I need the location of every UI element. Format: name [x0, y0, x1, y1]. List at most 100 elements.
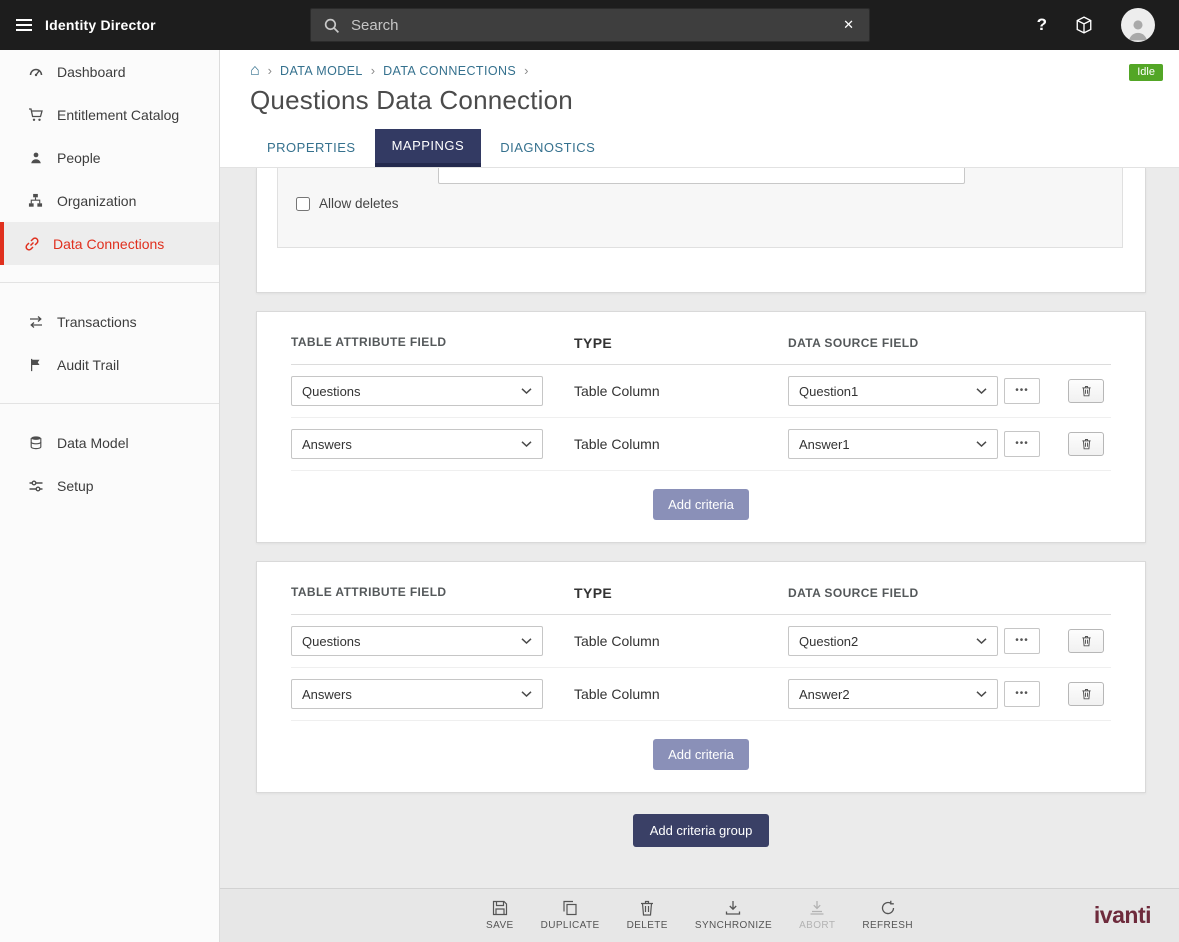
selected-value: Question2 — [799, 634, 858, 649]
action-label: DELETE — [627, 920, 668, 931]
app-title: Identity Director — [45, 17, 156, 33]
sidebar-item-label: Audit Trail — [57, 357, 119, 373]
chevron-down-icon — [521, 441, 532, 447]
sidebar-item-data-model[interactable]: Data Model — [0, 421, 219, 464]
save-button[interactable]: SAVE — [486, 900, 514, 931]
selected-value: Questions — [302, 384, 361, 399]
delete-button[interactable]: DELETE — [627, 900, 668, 931]
sidebar-item-audit-trail[interactable]: Audit Trail — [0, 343, 219, 386]
column-header-source: DATA SOURCE FIELD — [788, 585, 1111, 601]
status-badge: Idle — [1129, 64, 1163, 81]
more-options-button[interactable]: ••• — [1004, 681, 1040, 707]
delete-row-button[interactable] — [1068, 432, 1104, 456]
allow-deletes-label: Allow deletes — [319, 196, 399, 211]
body: Dashboard Entitlement Catalog People Org… — [0, 50, 1179, 942]
delete-row-button[interactable] — [1068, 682, 1104, 706]
search-bar: ✕ — [310, 8, 870, 42]
trash-icon — [1081, 635, 1092, 647]
table-header-row: TABLE ATTRIBUTE FIELD TYPE DATA SOURCE F… — [291, 312, 1111, 365]
settings-text-field[interactable] — [438, 168, 965, 184]
tab-mappings[interactable]: MAPPINGS — [375, 129, 482, 167]
sidebar-item-data-connections[interactable]: Data Connections — [0, 222, 219, 265]
sidebar-item-dashboard[interactable]: Dashboard — [0, 50, 219, 93]
sidebar-divider — [0, 403, 219, 404]
sidebar-item-organization[interactable]: Organization — [0, 179, 219, 222]
selected-value: Answers — [302, 687, 352, 702]
main-area: ⌂ › DATA MODEL › DATA CONNECTIONS › Idle… — [220, 50, 1179, 942]
menu-icon[interactable] — [16, 19, 32, 31]
tab-properties[interactable]: PROPERTIES — [250, 129, 373, 167]
ellipsis-icon: ••• — [1015, 636, 1029, 646]
ellipsis-icon: ••• — [1015, 386, 1029, 396]
allow-deletes-field: Allow deletes — [296, 196, 399, 211]
sidebar-item-label: Transactions — [57, 314, 137, 330]
type-cell: Table Column — [574, 436, 788, 452]
link-icon — [23, 236, 40, 252]
data-source-select[interactable]: Answer1 — [788, 429, 998, 459]
ellipsis-icon: ••• — [1015, 439, 1029, 449]
sitemap-icon — [27, 193, 44, 208]
product-switcher-icon[interactable] — [1075, 16, 1093, 34]
sidebar-item-transactions[interactable]: Transactions — [0, 300, 219, 343]
mapping-row: Questions Table Column Question2 ••• — [291, 615, 1111, 668]
selected-value: Answer1 — [799, 437, 850, 452]
trash-icon — [1081, 385, 1092, 397]
action-label: REFRESH — [862, 920, 913, 931]
topbar-left: Identity Director — [0, 17, 310, 33]
data-source-select[interactable]: Question1 — [788, 376, 998, 406]
breadcrumb-data-connections[interactable]: DATA CONNECTIONS — [383, 64, 516, 78]
allow-deletes-checkbox[interactable] — [296, 197, 310, 211]
transactions-icon — [27, 314, 44, 330]
data-source-select[interactable]: Question2 — [788, 626, 998, 656]
refresh-button[interactable]: REFRESH — [862, 900, 913, 931]
column-header-source: DATA SOURCE FIELD — [788, 335, 1111, 351]
more-options-button[interactable]: ••• — [1004, 378, 1040, 404]
table-attribute-select[interactable]: Answers — [291, 679, 543, 709]
sidebar-item-entitlement-catalog[interactable]: Entitlement Catalog — [0, 93, 219, 136]
add-criteria-button[interactable]: Add criteria — [653, 489, 749, 520]
sidebar-item-people[interactable]: People — [0, 136, 219, 179]
more-options-button[interactable]: ••• — [1004, 431, 1040, 457]
selected-value: Question1 — [799, 384, 858, 399]
data-source-select[interactable]: Answer2 — [788, 679, 998, 709]
topbar-right: ? — [870, 8, 1179, 42]
clear-search-icon[interactable]: ✕ — [828, 17, 869, 33]
sidebar-item-label: Setup — [57, 478, 94, 494]
action-label: DUPLICATE — [541, 920, 600, 931]
delete-row-button[interactable] — [1068, 629, 1104, 653]
database-icon — [27, 435, 44, 450]
help-icon[interactable]: ? — [1037, 15, 1047, 35]
more-options-button[interactable]: ••• — [1004, 628, 1040, 654]
add-criteria-group-button[interactable]: Add criteria group — [633, 814, 770, 847]
avatar[interactable] — [1121, 8, 1155, 42]
settings-panel: Allow deletes — [277, 168, 1123, 248]
add-criteria-button[interactable]: Add criteria — [653, 739, 749, 770]
breadcrumb-data-model[interactable]: DATA MODEL — [280, 64, 363, 78]
synchronize-button[interactable]: SYNCHRONIZE — [695, 900, 772, 931]
search-input[interactable] — [351, 17, 828, 34]
flag-icon — [27, 358, 44, 372]
chevron-down-icon — [976, 441, 987, 447]
selected-value: Answer2 — [799, 687, 850, 702]
ellipsis-icon: ••• — [1015, 689, 1029, 699]
selected-value: Answers — [302, 437, 352, 452]
delete-row-button[interactable] — [1068, 379, 1104, 403]
sidebar-item-label: Entitlement Catalog — [57, 107, 179, 123]
tab-diagnostics[interactable]: DIAGNOSTICS — [483, 129, 612, 167]
table-attribute-select[interactable]: Answers — [291, 429, 543, 459]
refresh-icon — [880, 900, 896, 916]
dashboard-icon — [27, 64, 44, 80]
home-icon[interactable]: ⌂ — [250, 64, 260, 78]
table-attribute-select[interactable]: Questions — [291, 626, 543, 656]
search-icon — [311, 17, 351, 34]
page-header: ⌂ › DATA MODEL › DATA CONNECTIONS › Idle… — [220, 50, 1179, 168]
chevron-down-icon — [521, 638, 532, 644]
mapping-row: Answers Table Column Answer2 ••• — [291, 668, 1111, 721]
column-header-attribute: TABLE ATTRIBUTE FIELD — [291, 585, 574, 601]
duplicate-button[interactable]: DUPLICATE — [541, 900, 600, 931]
breadcrumb: ⌂ › DATA MODEL › DATA CONNECTIONS › — [250, 63, 1163, 78]
sidebar-item-label: Dashboard — [57, 64, 126, 80]
sidebar-item-label: Data Connections — [53, 236, 164, 252]
sidebar-item-setup[interactable]: Setup — [0, 464, 219, 507]
table-attribute-select[interactable]: Questions — [291, 376, 543, 406]
